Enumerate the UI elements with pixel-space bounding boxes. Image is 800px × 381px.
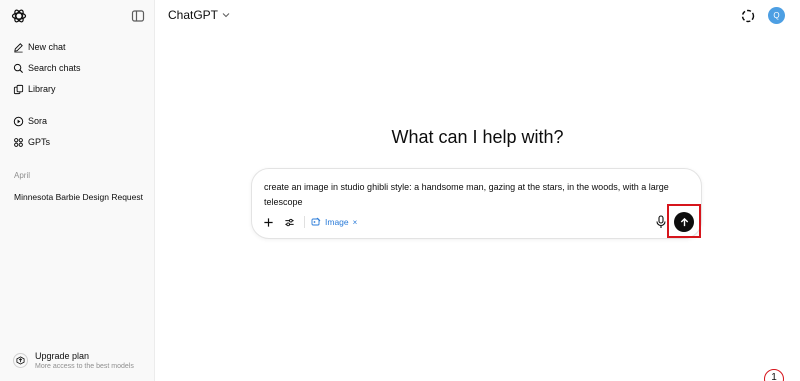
page-title: What can I help with?	[391, 127, 564, 147]
temporary-chat-icon[interactable]	[740, 8, 756, 24]
model-name: ChatGPT	[168, 8, 219, 22]
avatar[interactable]: Q	[768, 7, 785, 24]
image-brush-icon	[311, 217, 321, 226]
model-selector[interactable]: ChatGPT	[168, 8, 230, 22]
section-label-april: April	[14, 171, 31, 180]
gpts-icon	[13, 137, 24, 148]
sidebar-item-new-chat[interactable]: New chat	[8, 37, 148, 57]
upgrade-text: Upgrade plan More access to the best mod…	[35, 351, 134, 370]
library-icon	[13, 84, 24, 95]
search-icon	[13, 63, 24, 74]
upgrade-plan-button[interactable]: Upgrade plan More access to the best mod…	[8, 344, 148, 376]
sidebar-item-label: New chat	[28, 42, 66, 52]
tools-icon[interactable]	[282, 215, 296, 229]
microphone-icon[interactable]	[655, 215, 667, 229]
chip-close-icon[interactable]: ×	[353, 218, 358, 227]
sidebar-item-label: GPTs	[28, 137, 51, 147]
send-button-highlight	[667, 204, 701, 238]
sidebar-item-sora[interactable]: Sora	[8, 111, 148, 131]
upgrade-icon	[13, 352, 28, 368]
sidebar-item-search-chats[interactable]: Search chats	[8, 58, 148, 78]
chip-label: Image	[325, 217, 349, 227]
sidebar-item-label: Sora	[28, 116, 48, 126]
edit-icon	[13, 42, 24, 53]
sidebar-top	[0, 0, 155, 32]
image-tool-chip[interactable]: Image ×	[311, 215, 357, 229]
prompt-input[interactable]: create an image in studio ghibli style: …	[264, 180, 692, 210]
upgrade-title: Upgrade plan	[35, 350, 90, 361]
sidebar-item-gpts[interactable]: GPTs	[8, 132, 148, 152]
sora-icon	[13, 116, 24, 127]
prompt-composer[interactable]: create an image in studio ghibli style: …	[251, 168, 702, 239]
sidebar-toggle-icon[interactable]	[130, 8, 146, 24]
sidebar-item-label: Search chats	[28, 63, 81, 73]
openai-logo-icon[interactable]	[11, 8, 27, 24]
sidebar-item-label: Library	[28, 84, 56, 94]
step-number-badge: 1	[764, 369, 784, 381]
sidebar-item-library[interactable]: Library	[8, 79, 148, 99]
toolbar-divider	[304, 216, 305, 228]
add-attachment-icon[interactable]	[261, 215, 275, 229]
chat-history-item[interactable]: Minnesota Barbie Design Request	[8, 187, 148, 207]
upgrade-subtitle: More access to the best models	[35, 362, 134, 370]
sidebar: New chat Search chats Library Sora GPTs …	[0, 0, 155, 381]
chevron-down-icon	[222, 13, 230, 18]
